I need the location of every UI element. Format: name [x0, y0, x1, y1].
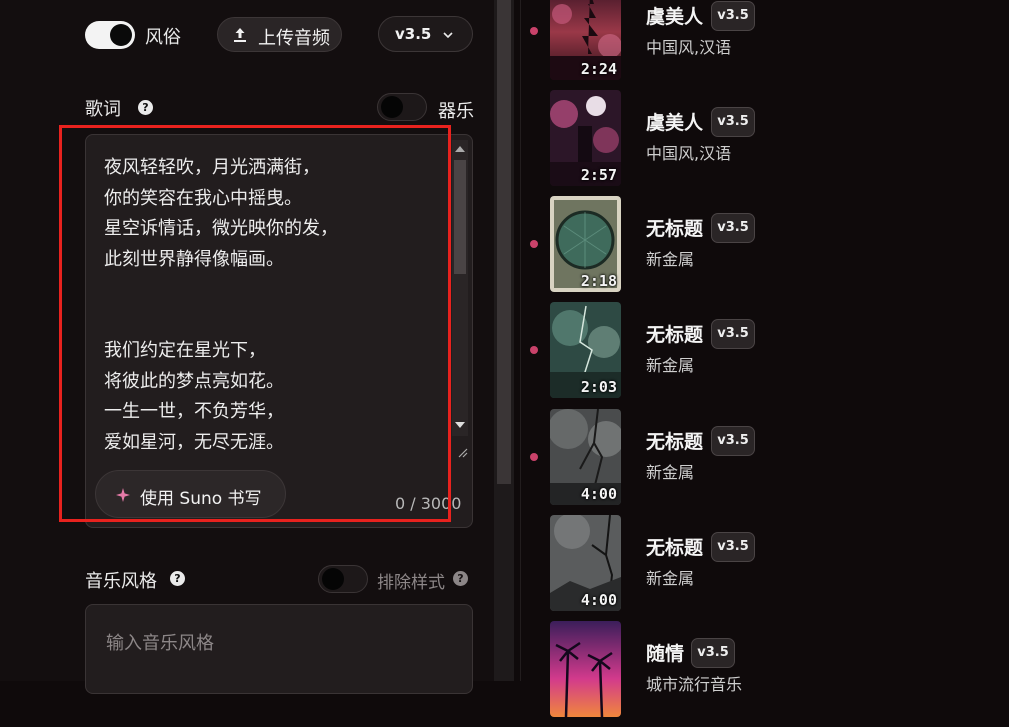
song-cover-image[interactable]: 2:18 — [550, 196, 621, 292]
style-label: 音乐风格 — [85, 571, 157, 592]
new-indicator-dot — [530, 453, 538, 461]
custom-mode-toggle[interactable] — [85, 21, 135, 49]
song-title[interactable]: 无标题 — [646, 214, 703, 241]
song-version-badge: v3.5 — [711, 1, 755, 31]
song-title[interactable]: 虞美人 — [646, 2, 703, 29]
new-indicator-dot — [530, 27, 538, 35]
style-input[interactable]: 输入音乐风格 — [106, 629, 214, 655]
song-style[interactable]: 中国风,汉语 — [646, 140, 731, 164]
lyrics-char-counter: 0 / 3000 — [395, 494, 462, 513]
sparkle-icon — [116, 488, 130, 502]
song-duration: 2:57 — [580, 166, 617, 184]
song-version-badge: v3.5 — [711, 426, 755, 456]
song-title[interactable]: 随情 — [646, 639, 684, 666]
lyrics-scrollbar[interactable] — [452, 140, 468, 436]
lyrics-help-icon[interactable]: ? — [138, 100, 153, 115]
style-help-icon[interactable]: ? — [170, 571, 185, 586]
song-duration: 4:00 — [580, 591, 617, 609]
song-title[interactable]: 无标题 — [646, 427, 703, 454]
song-title[interactable]: 无标题 — [646, 320, 703, 347]
song-title[interactable]: 无标题 — [646, 533, 703, 560]
lyrics-textarea[interactable]: 夜风轻轻吹，月光洒满街， 你的笑容在我心中摇曳。 星空诉情话，微光映你的发， 此… — [104, 153, 444, 458]
exclude-help-icon[interactable]: ? — [453, 571, 468, 586]
upload-audio-label: 上传音频 — [258, 28, 330, 49]
song-duration: 2:18 — [580, 272, 617, 290]
song-duration: 4:00 — [580, 485, 617, 503]
song-style[interactable]: 新金属 — [646, 565, 694, 589]
create-panel: 风俗 上传音频 v3.5 歌词 ? 器乐 夜风轻轻吹，月光洒满街， 你的笑容在我… — [0, 0, 494, 694]
song-cover-image[interactable]: 2:57 — [550, 90, 621, 186]
instrumental-toggle[interactable] — [377, 93, 427, 121]
song-cover-image[interactable] — [550, 621, 621, 717]
new-indicator-dot — [530, 240, 538, 248]
version-select[interactable]: v3.5 — [378, 16, 473, 52]
resize-handle-icon[interactable] — [456, 446, 468, 458]
panel-scrollbar[interactable] — [494, 0, 514, 681]
exclude-styles-toggle[interactable] — [318, 565, 368, 593]
exclude-styles-label: 排除样式 — [377, 573, 445, 593]
new-indicator-dot — [530, 346, 538, 354]
custom-mode-label: 风俗 — [145, 27, 181, 48]
song-style[interactable]: 新金属 — [646, 459, 694, 483]
song-duration: 2:24 — [580, 60, 617, 78]
upload-audio-button[interactable]: 上传音频 — [217, 17, 342, 52]
song-version-badge: v3.5 — [711, 107, 755, 137]
chevron-down-icon — [443, 32, 453, 39]
song-style[interactable]: 城市流行音乐 — [646, 671, 742, 695]
song-cover-image[interactable]: 2:24 — [550, 0, 621, 80]
song-style[interactable]: 新金属 — [646, 246, 694, 270]
song-version-badge: v3.5 — [711, 319, 755, 349]
song-style[interactable]: 中国风,汉语 — [646, 34, 731, 58]
song-version-badge: v3.5 — [691, 638, 735, 668]
song-version-badge: v3.5 — [711, 532, 755, 562]
song-title[interactable]: 虞美人 — [646, 108, 703, 135]
lyrics-label: 歌词 — [85, 99, 121, 120]
song-cover-image[interactable]: 4:00 — [550, 409, 621, 505]
song-version-badge: v3.5 — [711, 213, 755, 243]
song-cover-image[interactable]: 4:00 — [550, 515, 621, 611]
upload-icon — [234, 28, 246, 42]
song-style[interactable]: 新金属 — [646, 352, 694, 376]
write-with-suno-button[interactable]: 使用 Suno 书写 — [95, 470, 286, 518]
divider — [520, 0, 521, 681]
song-cover-image[interactable]: 2:03 — [550, 302, 621, 398]
instrumental-label: 器乐 — [438, 101, 474, 122]
song-duration: 2:03 — [580, 378, 617, 396]
version-value: v3.5 — [395, 25, 432, 43]
write-with-suno-label: 使用 Suno 书写 — [140, 489, 262, 509]
